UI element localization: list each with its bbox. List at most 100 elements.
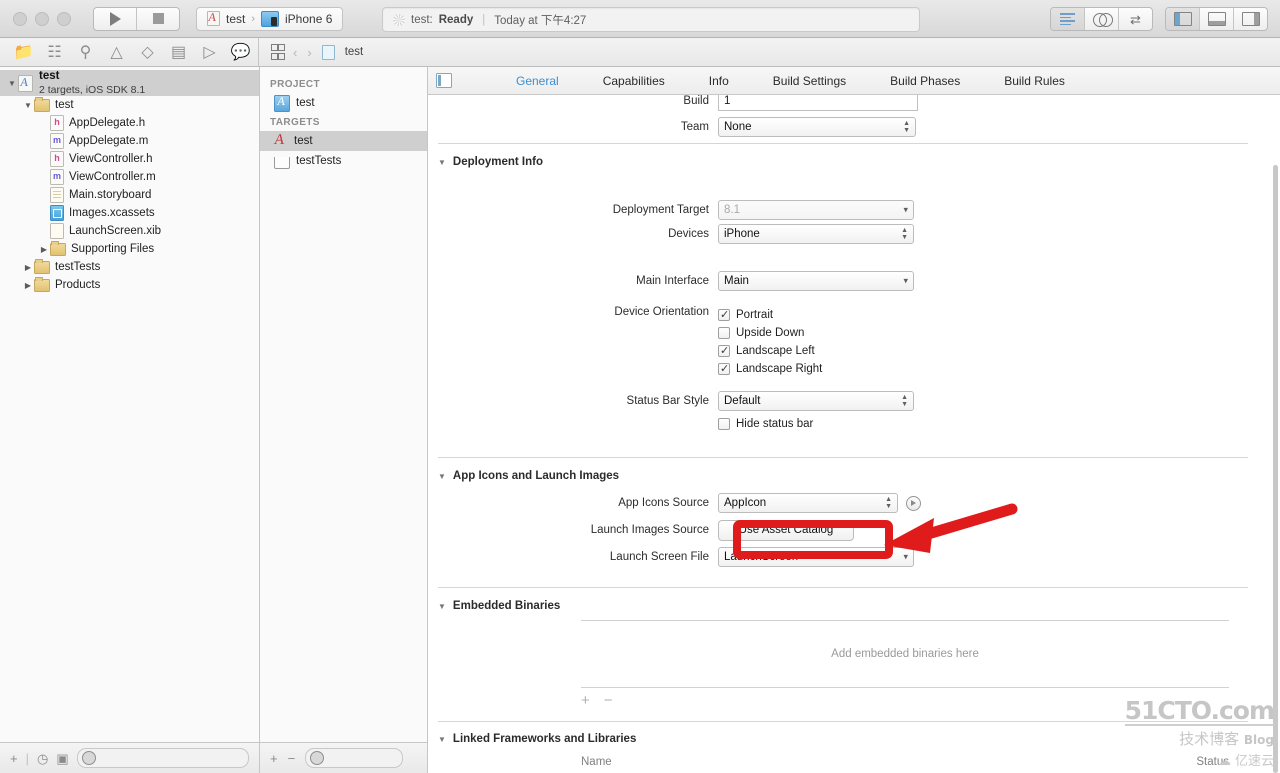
stepper-icon: ▲ ▼ [901, 394, 908, 408]
disclosure-triangle[interactable] [22, 263, 34, 272]
tree-row-label: ViewController.h [69, 153, 153, 165]
tab-general[interactable]: General [494, 74, 581, 88]
run-button[interactable] [94, 8, 136, 30]
tree-row[interactable]: testTests [0, 258, 259, 276]
standard-editor-button[interactable] [1051, 8, 1084, 30]
window-controls[interactable] [0, 11, 71, 26]
toggle-debug-area-button[interactable] [1199, 8, 1233, 30]
navigator-filter-input[interactable] [76, 748, 249, 768]
orientation-checkbox[interactable]: Landscape Left [718, 342, 822, 360]
devices-popup[interactable]: iPhone ▲ ▼ [718, 224, 914, 244]
remove-target-icon[interactable]: − [288, 752, 296, 765]
stop-button[interactable] [136, 7, 179, 30]
tab-build-rules[interactable]: Build Rules [982, 74, 1087, 88]
document-icon [321, 44, 335, 60]
targets-filter-input[interactable] [305, 748, 404, 768]
project-list-item[interactable]: test [260, 93, 427, 113]
tree-row[interactable]: h AppDelegate.h [0, 114, 259, 132]
source-control-filter-icon[interactable]: ▣ [56, 752, 68, 765]
disclosure-triangle[interactable]: ▼ [438, 158, 446, 167]
tree-row[interactable]: m ViewController.m [0, 168, 259, 186]
project-name: test [39, 70, 60, 83]
app-icons-source-popup[interactable]: AppIcon ▲ ▼ [718, 493, 898, 513]
related-items-icon[interactable] [271, 44, 285, 60]
tree-row[interactable]: Products [0, 276, 259, 294]
tab-build-settings[interactable]: Build Settings [751, 74, 868, 88]
orientation-label: Portrait [736, 309, 774, 321]
tree-row[interactable]: test [0, 96, 259, 114]
disclosure-triangle[interactable]: ▼ [438, 472, 446, 481]
app-icons-header[interactable]: ▼ App Icons and Launch Images [428, 470, 1280, 482]
tab-build-phases[interactable]: Build Phases [868, 74, 982, 88]
build-field[interactable]: 1 [718, 95, 918, 111]
tree-row[interactable]: Supporting Files [0, 240, 259, 258]
breakpoint-navigator-icon[interactable]: ▷ [202, 44, 217, 61]
recent-files-filter-icon[interactable]: ◷ [37, 752, 48, 765]
general-pane-scroll[interactable]: Build 1 Team None ▲ ▼ ▼ Deployment Info … [428, 95, 1280, 773]
orientation-label: Landscape Left [736, 345, 815, 357]
toggle-utilities-button[interactable] [1233, 8, 1267, 30]
symbol-navigator-icon[interactable]: ☷ [47, 44, 62, 61]
target-list-item[interactable]: test [260, 131, 427, 151]
add-file-icon[interactable]: + [10, 752, 18, 765]
disclosure-triangle[interactable] [6, 79, 18, 88]
embedded-binaries-header[interactable]: ▼ Embedded Binaries [428, 600, 1280, 612]
disclosure-triangle[interactable] [22, 281, 34, 290]
vertical-scrollbar[interactable] [1273, 165, 1278, 773]
tree-row[interactable]: Images.xcassets [0, 204, 259, 222]
status-bar-style-row: Status Bar Style Default ▲ ▼ [428, 389, 1280, 413]
issue-navigator-icon[interactable]: △ [109, 44, 124, 61]
checkbox-icon [718, 344, 730, 357]
disclosure-triangle[interactable] [38, 245, 50, 254]
forward-button[interactable]: › [307, 45, 311, 60]
toggle-navigator-button[interactable] [1166, 8, 1199, 30]
disclosure-triangle[interactable] [22, 101, 34, 110]
search-navigator-icon[interactable]: ⚲ [78, 44, 93, 61]
project-navigator-icon[interactable]: 📁 [14, 44, 34, 61]
debug-navigator-icon[interactable]: ▤ [171, 44, 186, 61]
tab-info[interactable]: Info [687, 74, 751, 88]
orientation-checkbox[interactable]: Landscape Right [718, 360, 822, 378]
version-editor-button[interactable]: ⇄ [1118, 8, 1152, 30]
close-button[interactable] [13, 11, 27, 26]
jumpbar-document-name[interactable]: test [345, 46, 364, 58]
remove-embedded-binary-button[interactable]: − [604, 692, 613, 709]
use-asset-catalog-button[interactable]: Use Asset Catalog [718, 519, 854, 541]
minimize-button[interactable] [35, 11, 49, 26]
disclosure-triangle[interactable]: ▼ [438, 735, 446, 744]
window-titlebar: test › iPhone 6 test: Ready | Today at 下… [0, 0, 1280, 38]
back-button[interactable]: ‹ [293, 45, 297, 60]
add-embedded-binary-button[interactable]: + [581, 692, 590, 709]
team-popup[interactable]: None ▲ ▼ [718, 117, 916, 137]
add-target-icon[interactable]: + [270, 752, 278, 765]
open-asset-catalog-button[interactable] [906, 495, 921, 511]
main-interface-combo[interactable]: Main ▾ [718, 271, 914, 291]
destination-name: iPhone 6 [285, 11, 333, 26]
assistant-editor-button[interactable] [1084, 8, 1118, 30]
tree-row-project[interactable]: test 2 targets, iOS SDK 8.1 [0, 70, 259, 96]
test-target-icon [274, 156, 290, 169]
tab-capabilities[interactable]: Capabilities [581, 74, 687, 88]
toggle-project-list-button[interactable] [436, 73, 452, 88]
status-bar-style-popup[interactable]: Default ▲ ▼ [718, 391, 914, 411]
hide-status-bar-checkbox[interactable]: Hide status bar [718, 415, 813, 433]
tree-row[interactable]: LaunchScreen.xib [0, 222, 259, 240]
deployment-target-value: 8.1 [724, 204, 740, 216]
tree-row[interactable]: m AppDelegate.m [0, 132, 259, 150]
scheme-selector[interactable]: test › iPhone 6 [196, 6, 344, 31]
deployment-target-combo[interactable]: 8.1 ▾ [718, 200, 914, 220]
target-list-item[interactable]: testTests [260, 151, 427, 171]
deployment-info-header[interactable]: ▼ Deployment Info [428, 156, 1280, 168]
test-navigator-icon[interactable]: ◇ [140, 44, 155, 61]
report-navigator-icon[interactable]: 💬 [231, 44, 251, 61]
disclosure-triangle[interactable]: ▼ [438, 602, 446, 611]
orientation-checkbox[interactable]: Upside Down [718, 324, 822, 342]
embedded-binaries-controls: + − [581, 691, 1280, 709]
tree-row[interactable]: Main.storyboard [0, 186, 259, 204]
tree-row[interactable]: h ViewController.h [0, 150, 259, 168]
orientation-checkbox[interactable]: Portrait [718, 306, 822, 324]
launch-screen-file-combo[interactable]: LaunchScreen ▾ [718, 547, 914, 567]
zoom-button[interactable] [57, 11, 71, 26]
linked-frameworks-header[interactable]: ▼ Linked Frameworks and Libraries [428, 733, 1280, 745]
embedded-binaries-list[interactable]: Add embedded binaries here [581, 620, 1229, 688]
